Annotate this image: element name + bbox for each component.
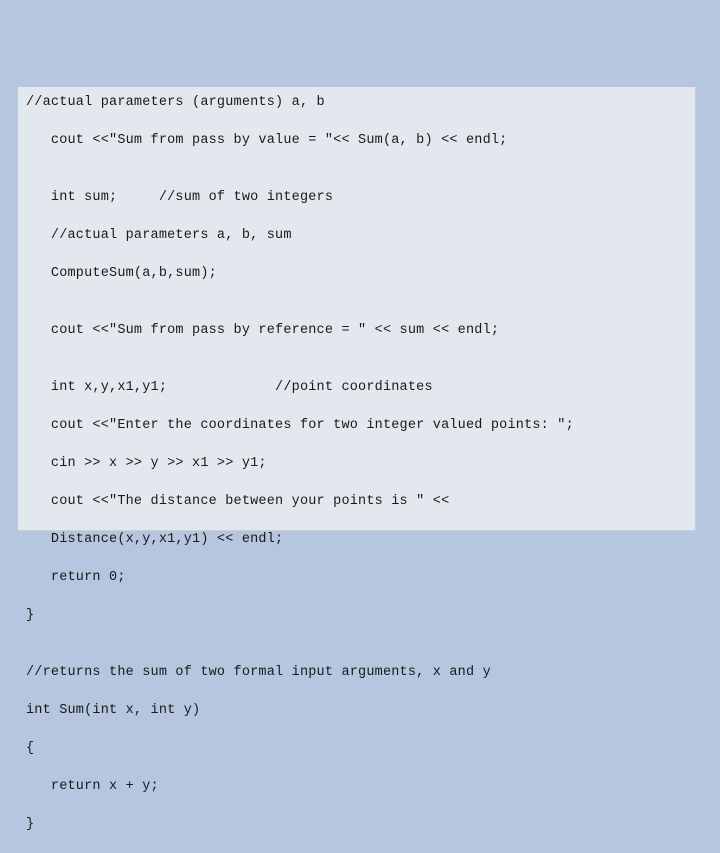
code-line: } <box>26 815 688 834</box>
code-line: int sum; //sum of two integers <box>26 188 688 207</box>
code-line: return x + y; <box>26 777 688 796</box>
code-line: cout <<"Sum from pass by reference = " <… <box>26 321 688 340</box>
code-line: cin >> x >> y >> x1 >> y1; <box>26 454 688 473</box>
code-line: int Sum(int x, int y) <box>26 701 688 720</box>
code-line: cout <<"The distance between your points… <box>26 492 688 511</box>
code-line: return 0; <box>26 568 688 587</box>
code-line: //actual parameters (arguments) a, b <box>26 93 688 112</box>
code-line: ComputeSum(a,b,sum); <box>26 264 688 283</box>
code-panel: //actual parameters (arguments) a, b cou… <box>18 87 696 531</box>
code-line: //returns the sum of two formal input ar… <box>26 663 688 682</box>
code-line: cout <<"Sum from pass by value = "<< Sum… <box>26 131 688 150</box>
code-line: { <box>26 739 688 758</box>
code-line: int x,y,x1,y1; //point coordinates <box>26 378 688 397</box>
code-line: //actual parameters a, b, sum <box>26 226 688 245</box>
code-line: cout <<"Enter the coordinates for two in… <box>26 416 688 435</box>
code-block: //actual parameters (arguments) a, b cou… <box>18 87 696 853</box>
code-line: } <box>26 606 688 625</box>
